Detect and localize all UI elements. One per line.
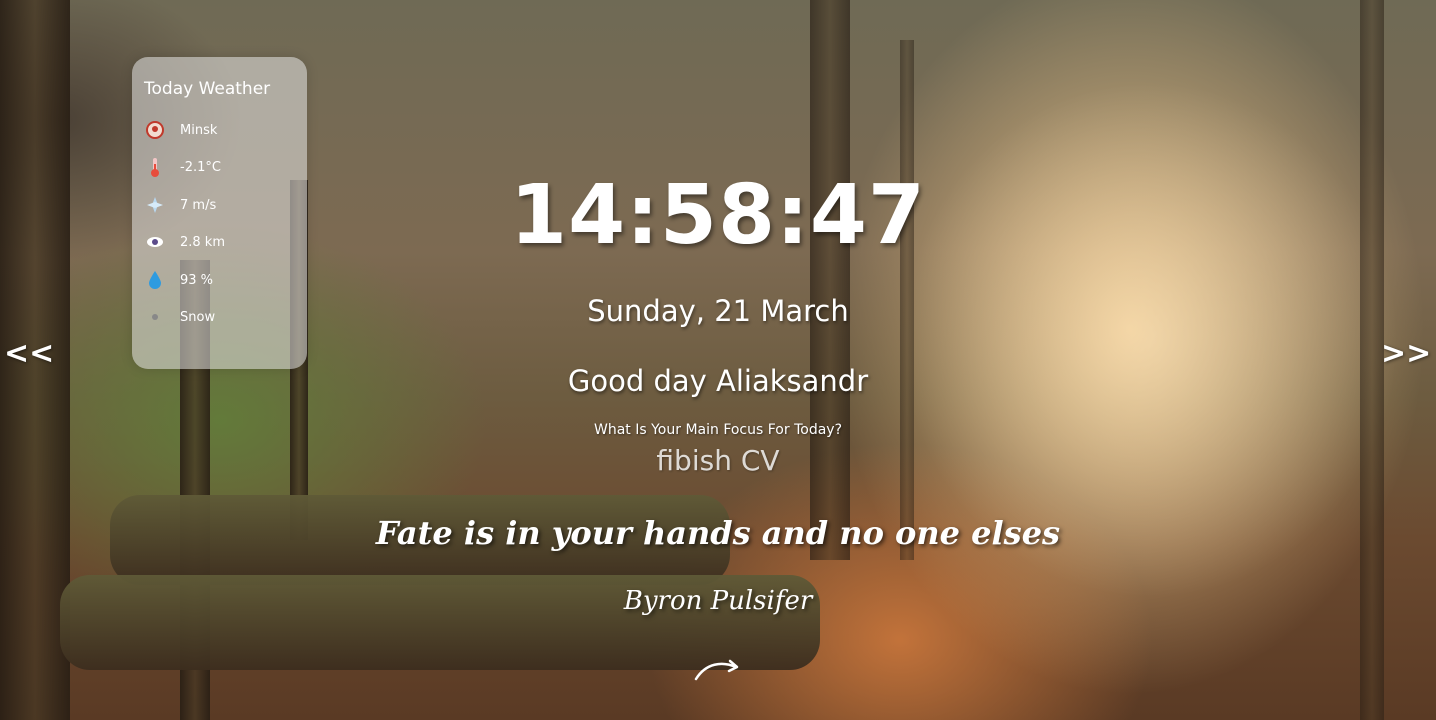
weather-title: Today Weather: [144, 79, 271, 99]
humidity-icon: [144, 269, 166, 291]
weather-city: Minsk: [180, 122, 218, 138]
refresh-quote-button[interactable]: [692, 655, 744, 685]
quote-author: Byron Pulsifer: [623, 586, 813, 616]
date: Sunday, 21 March: [587, 294, 849, 328]
focus-input[interactable]: fibish CV: [0, 444, 1436, 477]
focus-question: What Is Your Main Focus For Today?: [594, 422, 842, 438]
greeting-prefix: Good day: [567, 364, 707, 398]
clock: 14:58:47: [510, 168, 926, 263]
greeting: Good day Aliaksandr: [0, 364, 1436, 398]
weather-row-city: Minsk: [144, 119, 217, 141]
refresh-arrow-icon: [694, 659, 739, 681]
weather-row-humidity: 93 %: [144, 269, 213, 291]
city-icon: [144, 119, 166, 141]
weather-humidity: 93 %: [180, 272, 214, 288]
quote-text: Fate is in your hands and no one elses: [375, 514, 1061, 552]
user-name[interactable]: Aliaksandr: [716, 364, 868, 398]
